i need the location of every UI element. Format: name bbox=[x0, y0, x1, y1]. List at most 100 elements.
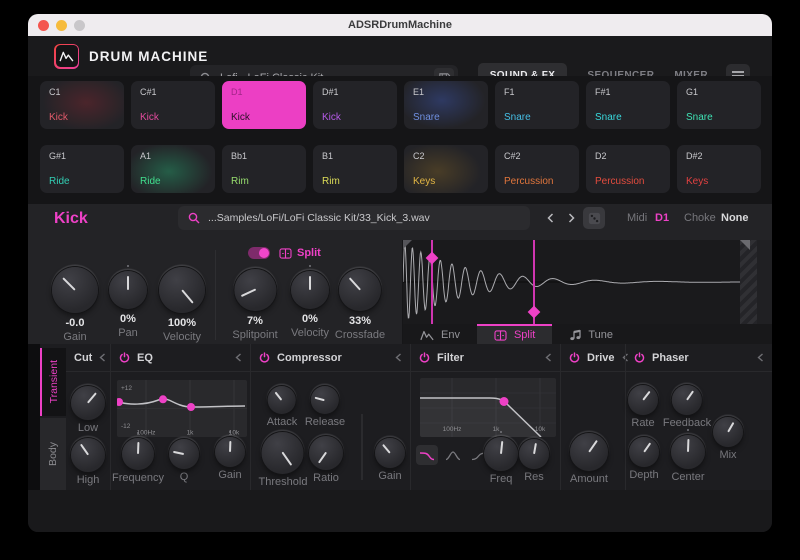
previous-sample-button[interactable] bbox=[541, 209, 559, 227]
knob-dial[interactable] bbox=[629, 437, 659, 467]
filter-type-lowpass[interactable] bbox=[416, 445, 438, 465]
midi-value[interactable]: D1 bbox=[655, 212, 669, 224]
high-knob[interactable]: High bbox=[71, 438, 105, 486]
knob-dial[interactable] bbox=[267, 386, 296, 414]
pad-fs1[interactable]: F#1 Snare bbox=[586, 81, 670, 129]
power-icon[interactable] bbox=[634, 352, 645, 363]
screen: ADSRDrumMachine DRUM MACHINE Lofi - LoFi… bbox=[0, 0, 800, 560]
collapse-chevron-icon[interactable] bbox=[545, 353, 552, 362]
random-sample-button[interactable] bbox=[583, 207, 605, 229]
knob-dial[interactable] bbox=[338, 269, 381, 311]
knob-dial[interactable] bbox=[310, 386, 339, 414]
waveform-display[interactable] bbox=[403, 240, 740, 324]
splitpoint-knob[interactable]: 7% Splitpoint bbox=[232, 269, 278, 341]
fx-panel-header: Filter bbox=[411, 344, 560, 372]
knob-dial[interactable] bbox=[233, 269, 276, 311]
gain-knob[interactable]: Gain bbox=[215, 431, 245, 481]
knob-dial[interactable] bbox=[519, 439, 549, 469]
pad-c1[interactable]: C1 Kick bbox=[40, 81, 124, 129]
choke-value[interactable]: None bbox=[721, 212, 749, 224]
eq-graph[interactable]: +12 -12 100Hz 1k 10k bbox=[117, 380, 247, 437]
res-knob[interactable]: Res bbox=[519, 439, 549, 483]
knob-dial[interactable] bbox=[215, 431, 245, 467]
velocity-knob[interactable]: 100% Velocity bbox=[159, 267, 205, 343]
knob-dial[interactable] bbox=[570, 433, 608, 471]
pad-a1[interactable]: A1 Ride bbox=[131, 145, 215, 193]
sample-title: Kick bbox=[54, 210, 88, 227]
pan-knob[interactable]: 0% Pan bbox=[109, 265, 147, 339]
pad-g1[interactable]: G1 Snare bbox=[677, 81, 761, 129]
pad-d2[interactable]: D2 Percussion bbox=[586, 145, 670, 193]
feedback-knob[interactable]: Feedback bbox=[663, 385, 711, 429]
pad-ds2[interactable]: D#2 Keys bbox=[677, 145, 761, 193]
tab-label: Tune bbox=[588, 329, 614, 341]
knob-dial[interactable] bbox=[109, 265, 147, 309]
ratio-knob[interactable]: Ratio bbox=[309, 436, 343, 484]
knob-dial[interactable] bbox=[309, 436, 343, 470]
waveform-gain-handle[interactable] bbox=[740, 240, 757, 324]
knob-dial[interactable] bbox=[71, 386, 105, 420]
filter-graph[interactable]: 100Hz 1k 10k bbox=[420, 378, 556, 437]
tab-tune[interactable]: Tune bbox=[552, 324, 630, 344]
power-icon[interactable] bbox=[569, 352, 580, 363]
power-icon[interactable] bbox=[419, 352, 430, 363]
knob-dial[interactable] bbox=[628, 385, 658, 415]
sample-search-input[interactable]: ...Samples/LoFi/LoFi Classic Kit/33_Kick… bbox=[178, 206, 530, 230]
center-knob[interactable]: Center bbox=[671, 429, 705, 483]
freq-knob[interactable]: Freq bbox=[484, 431, 518, 485]
crossfade-knob[interactable]: 33% Crossfade bbox=[335, 269, 385, 341]
pad-e1[interactable]: E1 Snare bbox=[404, 81, 488, 129]
attack-knob[interactable]: Attack bbox=[267, 386, 297, 428]
depth-knob[interactable]: Depth bbox=[629, 437, 659, 481]
knob-dial[interactable] bbox=[713, 417, 743, 447]
mix-knob[interactable]: Mix bbox=[713, 417, 743, 461]
low-knob[interactable]: Low bbox=[71, 386, 105, 434]
pad-cs2[interactable]: C#2 Percussion bbox=[495, 145, 579, 193]
gain-knob[interactable]: -0.0 Gain bbox=[52, 267, 98, 343]
knob-dial[interactable] bbox=[52, 267, 98, 313]
rate-knob[interactable]: Rate bbox=[628, 385, 658, 429]
release-knob[interactable]: Release bbox=[305, 386, 345, 428]
gain-knob[interactable]: Gain bbox=[375, 438, 405, 482]
frequency-knob[interactable]: Frequency bbox=[112, 432, 164, 484]
collapse-chevron-icon[interactable] bbox=[99, 353, 106, 362]
pad-ds1[interactable]: D#1 Kick bbox=[313, 81, 397, 129]
collapse-chevron-icon[interactable] bbox=[757, 353, 764, 362]
knob-dial[interactable] bbox=[291, 265, 329, 309]
pad-f1[interactable]: F1 Snare bbox=[495, 81, 579, 129]
amount-knob[interactable]: Amount bbox=[570, 433, 608, 485]
split-toggle[interactable] bbox=[248, 247, 270, 259]
pad-gs1[interactable]: G#1 Ride bbox=[40, 145, 124, 193]
pad-cs1[interactable]: C#1 Kick bbox=[131, 81, 215, 129]
knob-label: Q bbox=[179, 471, 189, 483]
next-sample-button[interactable] bbox=[562, 209, 580, 227]
fx-tab-body[interactable]: Body bbox=[40, 418, 66, 490]
q-knob[interactable]: Q bbox=[169, 439, 199, 483]
knob-dial[interactable] bbox=[71, 438, 105, 472]
knob-dial[interactable] bbox=[375, 438, 405, 468]
trim-handle-right[interactable] bbox=[740, 240, 750, 250]
velocity-knob[interactable]: 0% Velocity bbox=[291, 265, 329, 339]
svg-text:1k: 1k bbox=[187, 430, 195, 437]
fx-tab-transient[interactable]: Transient bbox=[40, 348, 66, 416]
tab-split[interactable]: Split bbox=[476, 324, 553, 344]
filter-type-bandpass[interactable] bbox=[442, 445, 464, 465]
knob-dial[interactable] bbox=[121, 432, 154, 470]
pad-c2[interactable]: C2 Keys bbox=[404, 145, 488, 193]
knob-dial[interactable] bbox=[169, 439, 199, 469]
knob-dial[interactable] bbox=[672, 385, 702, 415]
threshold-knob[interactable]: Threshold bbox=[259, 432, 307, 488]
trim-handle-left[interactable] bbox=[403, 240, 412, 249]
pad-b1[interactable]: B1 Rim bbox=[313, 145, 397, 193]
pad-d1[interactable]: D1 Kick bbox=[222, 81, 306, 129]
knob-dial[interactable] bbox=[671, 429, 705, 469]
collapse-chevron-icon[interactable] bbox=[235, 353, 242, 362]
collapse-chevron-icon[interactable] bbox=[395, 353, 402, 362]
knob-dial[interactable] bbox=[484, 431, 518, 471]
power-icon[interactable] bbox=[119, 352, 130, 363]
power-icon[interactable] bbox=[259, 352, 270, 363]
knob-dial[interactable] bbox=[261, 432, 304, 474]
knob-dial[interactable] bbox=[159, 267, 205, 313]
tab-env[interactable]: Env bbox=[403, 324, 477, 344]
pad-bb1[interactable]: Bb1 Rim bbox=[222, 145, 306, 193]
